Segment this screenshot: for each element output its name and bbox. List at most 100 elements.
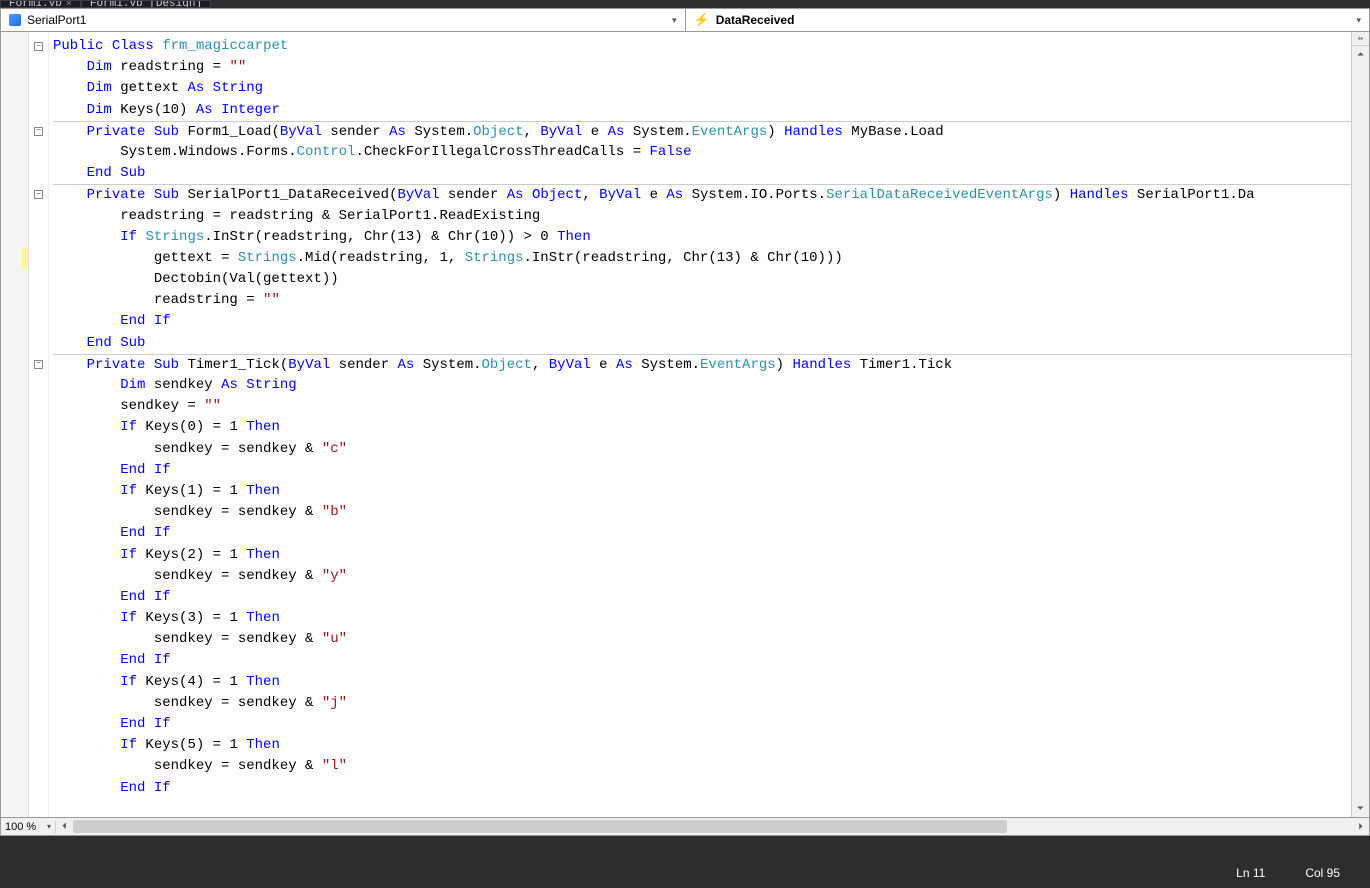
code-line[interactable]: Dim sendkey As String: [53, 375, 1351, 396]
chevron-down-icon: ▾: [1356, 15, 1361, 26]
status-column: Col 95: [1305, 866, 1340, 880]
code-line[interactable]: End If: [53, 778, 1351, 799]
code-line[interactable]: readstring = "": [53, 290, 1351, 311]
gutter-row: [1, 545, 28, 566]
fold-row: [29, 227, 48, 248]
code-line[interactable]: End If: [53, 311, 1351, 332]
tab-form-design[interactable]: Form1.vb [Design]: [81, 0, 211, 8]
fold-row: [29, 57, 48, 78]
code-line[interactable]: If Keys(1) = 1 Then: [53, 481, 1351, 502]
code-line[interactable]: Dim readstring = "": [53, 57, 1351, 78]
code-line[interactable]: End If: [53, 460, 1351, 481]
zoom-value: 100 %: [5, 821, 36, 833]
scroll-thumb[interactable]: [73, 820, 1007, 833]
chevron-down-icon: ▾: [47, 822, 51, 831]
status-bar: Ln 11 Col 95: [0, 836, 1370, 888]
close-icon[interactable]: ✕: [66, 0, 72, 8]
fold-row: −: [29, 121, 48, 142]
scroll-down-icon[interactable]: ⏷: [1352, 800, 1369, 817]
code-line[interactable]: End Sub: [53, 333, 1351, 354]
gutter-row: [1, 481, 28, 502]
code-line[interactable]: sendkey = sendkey & "u": [53, 629, 1351, 650]
fold-row: [29, 333, 48, 354]
scroll-right-icon[interactable]: ⏵: [1352, 818, 1369, 835]
gutter-row: [1, 693, 28, 714]
fold-toggle-icon[interactable]: −: [34, 190, 43, 199]
fold-row: [29, 163, 48, 184]
code-line[interactable]: Private Sub SerialPort1_DataReceived(ByV…: [53, 184, 1351, 205]
scope-dropdown[interactable]: SerialPort1 ▾: [1, 9, 686, 31]
code-line[interactable]: sendkey = sendkey & "y": [53, 566, 1351, 587]
code-line[interactable]: sendkey = sendkey & "l": [53, 756, 1351, 777]
fold-row: [29, 375, 48, 396]
code-line[interactable]: If Keys(2) = 1 Then: [53, 545, 1351, 566]
scroll-left-icon[interactable]: ⏴: [56, 818, 73, 835]
fold-row: [29, 460, 48, 481]
code-line[interactable]: Public Class frm_magiccarpet: [53, 36, 1351, 57]
code-line[interactable]: sendkey = sendkey & "b": [53, 502, 1351, 523]
code-line[interactable]: End Sub: [53, 163, 1351, 184]
gutter-row: [1, 460, 28, 481]
code-line[interactable]: End If: [53, 587, 1351, 608]
code-line[interactable]: sendkey = sendkey & "c": [53, 439, 1351, 460]
event-icon: ⚡: [694, 12, 710, 28]
fold-row: [29, 100, 48, 121]
code-line[interactable]: Private Sub Form1_Load(ByVal sender As S…: [53, 121, 1351, 142]
code-line[interactable]: If Keys(3) = 1 Then: [53, 608, 1351, 629]
fold-toggle-icon[interactable]: −: [34, 127, 43, 136]
gutter-row: [1, 608, 28, 629]
gutter-row: [1, 78, 28, 99]
fold-row: [29, 206, 48, 227]
code-line[interactable]: End If: [53, 714, 1351, 735]
navigation-dropdowns: SerialPort1 ▾ ⚡ DataReceived ▾: [0, 8, 1370, 32]
chevron-down-icon: ▾: [672, 15, 677, 26]
gutter-row: [1, 756, 28, 777]
code-area[interactable]: Public Class frm_magiccarpet Dim readstr…: [49, 32, 1351, 817]
code-line[interactable]: Dim gettext As String: [53, 78, 1351, 99]
code-line[interactable]: sendkey = "": [53, 396, 1351, 417]
scroll-track[interactable]: [73, 818, 1352, 835]
gutter-row: [1, 100, 28, 121]
gutter-row: [1, 714, 28, 735]
gutter-row: [1, 629, 28, 650]
scroll-up-icon[interactable]: ⏶: [1352, 46, 1369, 63]
gutter-row: [1, 587, 28, 608]
code-line[interactable]: If Keys(0) = 1 Then: [53, 417, 1351, 438]
fold-toggle-icon[interactable]: −: [34, 360, 43, 369]
vertical-scrollbar[interactable]: ⇿ ⏶ ⏷: [1351, 32, 1369, 817]
gutter-row: [1, 36, 28, 57]
code-line[interactable]: readstring = readstring & SerialPort1.Re…: [53, 206, 1351, 227]
zoom-dropdown[interactable]: 100 % ▾: [1, 821, 56, 833]
code-line[interactable]: If Keys(4) = 1 Then: [53, 672, 1351, 693]
gutter-row: [1, 333, 28, 354]
code-line[interactable]: gettext = Strings.Mid(readstring, 1, Str…: [53, 248, 1351, 269]
code-line[interactable]: If Keys(5) = 1 Then: [53, 735, 1351, 756]
tab-form-vb[interactable]: Form1.vb ✕: [0, 0, 81, 8]
horizontal-scrollbar[interactable]: ⏴ ⏵: [56, 818, 1369, 835]
scroll-track[interactable]: [1352, 63, 1369, 800]
split-icon[interactable]: ⇿: [1352, 32, 1369, 46]
fold-row: [29, 439, 48, 460]
code-line[interactable]: If Strings.InStr(readstring, Chr(13) & C…: [53, 227, 1351, 248]
fold-row: [29, 672, 48, 693]
fold-row: [29, 566, 48, 587]
fold-row: [29, 396, 48, 417]
code-line[interactable]: End If: [53, 523, 1351, 544]
code-line[interactable]: Dim Keys(10) As Integer: [53, 100, 1351, 121]
gutter-row: [1, 206, 28, 227]
code-line[interactable]: Private Sub Timer1_Tick(ByVal sender As …: [53, 354, 1351, 375]
fold-row: [29, 523, 48, 544]
gutter-row: [1, 163, 28, 184]
member-dropdown[interactable]: ⚡ DataReceived ▾: [686, 9, 1370, 31]
code-editor: − − − − Public Class frm_magiccarpet Dim re…: [0, 32, 1370, 818]
code-line[interactable]: Dectobin(Val(gettext)): [53, 269, 1351, 290]
gutter-row: [1, 439, 28, 460]
code-line[interactable]: End If: [53, 650, 1351, 671]
fold-row: [29, 502, 48, 523]
fold-row: −: [29, 354, 48, 375]
gutter-row: [1, 502, 28, 523]
fold-toggle-icon[interactable]: −: [34, 42, 43, 51]
gutter-row: [1, 142, 28, 163]
code-line[interactable]: System.Windows.Forms.Control.CheckForIll…: [53, 142, 1351, 163]
code-line[interactable]: sendkey = sendkey & "j": [53, 693, 1351, 714]
